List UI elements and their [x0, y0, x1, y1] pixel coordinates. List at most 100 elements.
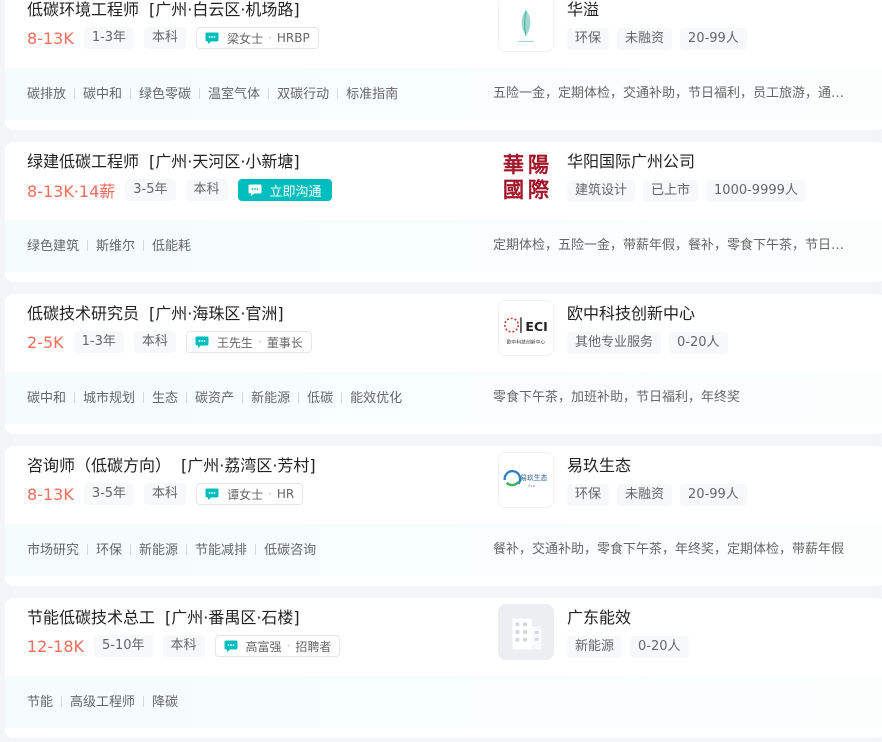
- job-title[interactable]: 低碳环境工程师: [27, 0, 139, 19]
- experience-tag: 5-10年: [93, 635, 153, 657]
- recruiter-contact[interactable]: 谭女士 · HR: [196, 483, 304, 505]
- job-location: [广州·白云区·机场路]: [149, 0, 300, 19]
- chat-bubble-icon: [248, 184, 262, 196]
- recruiter-name: 王先生: [216, 335, 253, 350]
- logo-glyph: 際: [528, 177, 550, 203]
- company-logo[interactable]: ECI 欧中科技创新中心: [498, 300, 554, 356]
- industry-tag: 建筑设计: [567, 180, 636, 202]
- logo-glyph: 陽: [528, 153, 549, 178]
- skill-tag: 低碳: [290, 387, 333, 406]
- welfare-text: 五险一金，定期体检，交通补助，节日福利，员工旅游，通讯补贴: [493, 86, 853, 101]
- experience-tag: 1-3年: [73, 331, 124, 353]
- recruiter-contact[interactable]: 高富强 · 招聘者: [214, 635, 341, 657]
- eci-logo-icon: ECI 欧中科技创新中心: [504, 317, 548, 345]
- job-list: 低碳环境工程师 [广州·白云区·机场路] 8-13K 1-3年 本科 梁女士 · HR…: [0, 0, 882, 742]
- skill-tag: 温室气体: [191, 83, 260, 102]
- job-title[interactable]: 低碳技术研究员: [27, 304, 139, 323]
- recruiter-role: HRBP: [276, 31, 310, 45]
- skill-tag: 市场研究: [27, 543, 80, 558]
- job-info-row: 2-5K 1-3年 本科 王先生 · 董事长: [27, 330, 312, 354]
- company-name[interactable]: 华溢: [567, 0, 599, 20]
- company-logo[interactable]: 易玖生态 Eco: [498, 452, 554, 508]
- company-name[interactable]: 华阳国际广州公司: [567, 148, 695, 172]
- contact-separator: ·: [268, 31, 272, 45]
- skill-tag: 碳排放: [27, 87, 67, 102]
- skill-tag: 低碳咨询: [247, 539, 316, 558]
- job-location: [广州·天河区·小新塘]: [149, 152, 300, 171]
- salary: 12-18K: [27, 636, 84, 656]
- education-tag: 本科: [162, 635, 205, 657]
- job-info-row: 8-13K 3-5年 本科 谭女士 · HR: [27, 482, 304, 506]
- job-card[interactable]: 绿建低碳工程师 [广州·天河区·小新塘] 8-13K·14薪 3-5年 本科 立即…: [5, 142, 882, 282]
- job-card[interactable]: 低碳技术研究员 [广州·海珠区·官洲] 2-5K 1-3年 本科 王先生 · 董事长 …: [5, 294, 882, 434]
- logo-glyph: 華: [503, 153, 524, 178]
- company-tags: 环保 未融资 20-99人: [567, 484, 755, 506]
- job-title-line[interactable]: 节能低碳技术总工 [广州·番禺区·石楼]: [27, 604, 300, 628]
- job-card[interactable]: 低碳环境工程师 [广州·白云区·机场路] 8-13K 1-3年 本科 梁女士 · HR…: [5, 0, 882, 130]
- logo-subtext: Eco: [528, 483, 536, 488]
- recruiter-contact[interactable]: 王先生 · 董事长: [185, 331, 312, 353]
- logo-subtext: 欧中科技创新中心: [507, 338, 546, 345]
- job-title-line[interactable]: 低碳技术研究员 [广州·海珠区·官洲]: [27, 300, 284, 324]
- financing-tag: 未融资: [617, 484, 673, 506]
- contact-separator: ·: [286, 639, 291, 653]
- skill-tag: 能效优化: [333, 387, 402, 406]
- chat-now-button[interactable]: 立即沟通: [237, 179, 332, 201]
- skill-tag: 碳资产: [178, 387, 234, 406]
- job-card-footer: 市场研究 环保 新能源 节能减排 低碳咨询 餐补，交通补助，零食下午茶，年终奖，定期体检…: [5, 524, 882, 576]
- education-tag: 本科: [144, 483, 187, 505]
- company-logo[interactable]: [498, 604, 554, 660]
- recruiter-name: 高富强: [245, 639, 282, 654]
- skill-tag: 绿色建筑: [27, 239, 80, 254]
- skill-tag: 绿色零碳: [122, 83, 191, 102]
- skill-tag: 环保: [79, 539, 122, 558]
- job-title[interactable]: 绿建低碳工程师: [27, 152, 139, 171]
- logo-text: 易玖生态: [520, 473, 547, 482]
- company-logo[interactable]: 華 陽 國 際: [498, 148, 554, 204]
- company-name[interactable]: 欧中科技创新中心: [567, 300, 695, 324]
- recruiter-role: 招聘者: [295, 639, 332, 654]
- salary: 8-13K·14薪: [27, 182, 116, 201]
- job-info-row: 8-13K 1-3年 本科 梁女士 · HRBP: [27, 26, 319, 50]
- company-tags: 其他专业服务 0-20人: [567, 332, 736, 354]
- size-tag: 0-20人: [630, 636, 689, 658]
- company-tags: 新能源 0-20人: [567, 636, 697, 658]
- skill-tag: 新能源: [234, 387, 290, 406]
- job-card-footer: 绿色建筑 斯维尔 低能耗 定期体检，五险一金，带薪年假，餐补，零食下午茶，节日福利: [5, 220, 882, 272]
- job-card[interactable]: 节能低碳技术总工 [广州·番禺区·石楼] 12-18K 5-10年 本科 高富强 ·…: [5, 598, 882, 738]
- recruiter-name: 谭女士: [227, 487, 264, 502]
- job-title-line[interactable]: 绿建低碳工程师 [广州·天河区·小新塘]: [27, 148, 300, 172]
- welfare-text: 定期体检，五险一金，带薪年假，餐补，零食下午茶，节日福利: [493, 238, 853, 253]
- job-title[interactable]: 节能低碳技术总工: [27, 608, 155, 627]
- company-name[interactable]: 易玖生态: [567, 452, 631, 476]
- industry-tag: 新能源: [567, 636, 623, 658]
- job-title-line[interactable]: 低碳环境工程师 [广州·白云区·机场路]: [27, 0, 300, 20]
- company-tags: 环保 未融资 20-99人: [567, 28, 755, 50]
- job-location: [广州·番禺区·石楼]: [165, 608, 300, 627]
- skill-tag: 城市规划: [66, 387, 135, 406]
- skill-tags: 绿色建筑 斯维尔 低能耗: [27, 235, 191, 254]
- company-name[interactable]: 广东能效: [567, 604, 631, 628]
- skill-tag: 标准指南: [329, 83, 398, 102]
- recruiter-contact[interactable]: 梁女士 · HRBP: [196, 27, 319, 49]
- skill-tags: 碳排放 碳中和 绿色零碳 温室气体 双碳行动 标准指南: [27, 83, 398, 102]
- recruiter-name: 梁女士: [227, 31, 264, 46]
- job-title[interactable]: 咨询师（低碳方向）: [27, 456, 171, 475]
- recruiter-role: 董事长: [266, 335, 303, 350]
- skill-tag: 低能耗: [135, 235, 191, 254]
- skill-tags: 节能 高级工程师 降碳: [27, 691, 178, 710]
- logo-text: ECI: [525, 319, 547, 334]
- skill-tag: 高级工程师: [53, 691, 135, 710]
- experience-tag: 3-5年: [83, 483, 135, 505]
- education-tag: 本科: [185, 179, 228, 201]
- company-logo[interactable]: [498, 0, 554, 52]
- chat-bubble-icon: [205, 488, 219, 500]
- job-title-line[interactable]: 咨询师（低碳方向） [广州·荔湾区·芳村]: [27, 452, 316, 476]
- chat-bubble-icon: [205, 32, 219, 44]
- huayi-leaf-logo-icon: [518, 10, 534, 42]
- job-location: [广州·荔湾区·芳村]: [181, 456, 316, 475]
- job-card[interactable]: 咨询师（低碳方向） [广州·荔湾区·芳村] 8-13K 3-5年 本科 谭女士 · H…: [5, 446, 882, 586]
- recruiter-role: HR: [276, 487, 295, 501]
- salary: 8-13K: [27, 484, 74, 504]
- chat-bubble-icon: [195, 336, 209, 348]
